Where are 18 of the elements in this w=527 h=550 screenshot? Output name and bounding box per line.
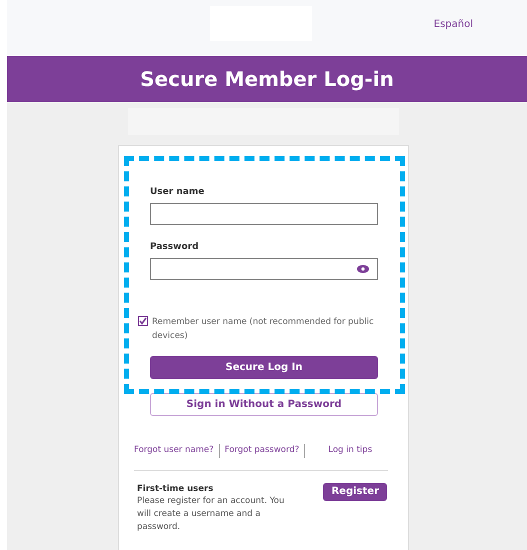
help-link[interactable]: Log in tips (328, 444, 372, 457)
language-link[interactable]: Español (434, 17, 473, 32)
help-link[interactable]: Forgot user name? (134, 444, 214, 457)
help-link[interactable]: Forgot password? (224, 444, 300, 457)
register-button[interactable]: Register (323, 482, 387, 500)
section-text: Please register for an account. You will create a username and a password. (137, 495, 286, 534)
username-field[interactable] (150, 203, 378, 225)
eye-icon[interactable] (357, 264, 369, 272)
section-title: First-time users (137, 482, 214, 496)
password-field[interactable] (150, 258, 378, 280)
check-icon (139, 316, 147, 324)
passwordless-button[interactable]: Sign in Without a Password (150, 392, 378, 416)
login-button[interactable]: Secure Log In (150, 356, 378, 378)
remember-checkbox[interactable] (138, 316, 148, 326)
remember-label: Remember user name (not recommended for public devices) (152, 316, 375, 342)
field-label: Password (150, 241, 200, 254)
page-title: Secure Member Log-in (140, 66, 394, 93)
field-label: User name (150, 186, 206, 199)
